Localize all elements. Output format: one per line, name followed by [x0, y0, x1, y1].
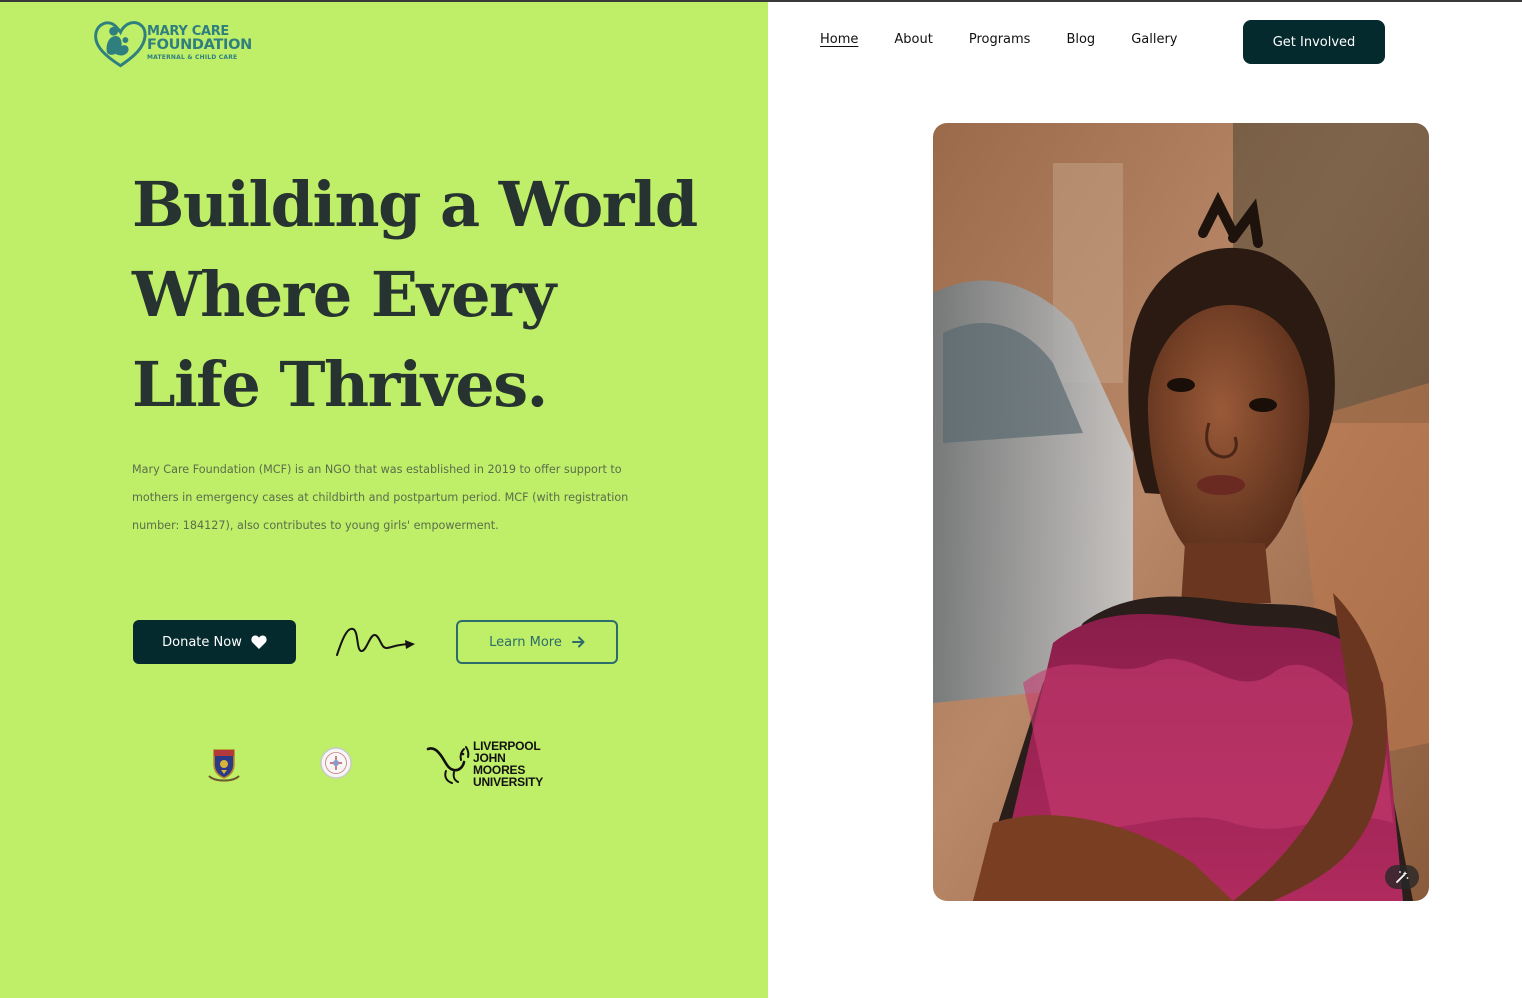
nav-item-blog[interactable]: Blog: [1066, 32, 1095, 47]
logo-line-2: FOUNDATION: [146, 36, 252, 53]
logo-tagline: MATERNAL & CHILD CARE: [146, 54, 238, 62]
foundation-logo[interactable]: MARY CARE FOUNDATION MATERNAL & CHILD CA…: [92, 16, 252, 70]
magic-wand-icon: [1396, 871, 1409, 883]
logo-wordmark: MARY CARE FOUNDATION MATERNAL & CHILD CA…: [147, 25, 252, 62]
learn-more-button[interactable]: Learn More: [456, 620, 618, 664]
university-crest-icon: [208, 749, 240, 782]
nav-item-home[interactable]: Home: [820, 32, 858, 47]
donate-now-label: Donate Now: [162, 634, 242, 650]
hero-title: Building a World Where Every Life Thrive…: [132, 160, 698, 430]
donate-now-button[interactable]: Donate Now: [133, 620, 296, 664]
logo-line-1: MARY CARE: [146, 23, 229, 39]
ljmu-wordmark: LIVERPOOL JOHN MOORES UNIVERSITY: [473, 740, 560, 788]
hero-photo: [933, 123, 1429, 901]
nav-item-programs[interactable]: Programs: [969, 32, 1031, 47]
round-seal-icon: [320, 747, 352, 779]
ljmu-line-2: JOHN MOORES: [473, 751, 526, 777]
main-nav: Home About Programs Blog Gallery: [820, 32, 1214, 47]
nav-item-about[interactable]: About: [894, 32, 932, 47]
magic-wand-button[interactable]: [1385, 865, 1419, 889]
hero-title-line-2: Where Every: [132, 258, 556, 331]
girl-portrait-image: [933, 123, 1429, 901]
ljmu-line-3: UNIVERSITY: [473, 775, 544, 789]
learn-more-label: Learn More: [489, 634, 562, 650]
nav-item-gallery[interactable]: Gallery: [1131, 32, 1177, 47]
hero-description: Mary Care Foundation (MCF) is an NGO tha…: [132, 463, 629, 532]
heart-icon: [251, 635, 267, 649]
hero-title-line-3: Life Thrives.: [132, 348, 548, 421]
mother-child-heart-logo-icon: [94, 21, 147, 68]
arrow-right-icon: [571, 636, 585, 648]
ljmu-logo: LIVERPOOL JOHN MOORES UNIVERSITY: [426, 740, 560, 788]
get-involved-button[interactable]: Get Involved: [1243, 20, 1385, 64]
squiggle-arrow-icon: [336, 627, 415, 656]
liver-bird-icon: [426, 746, 470, 784]
hero-title-line-1: Building a World: [132, 168, 698, 241]
